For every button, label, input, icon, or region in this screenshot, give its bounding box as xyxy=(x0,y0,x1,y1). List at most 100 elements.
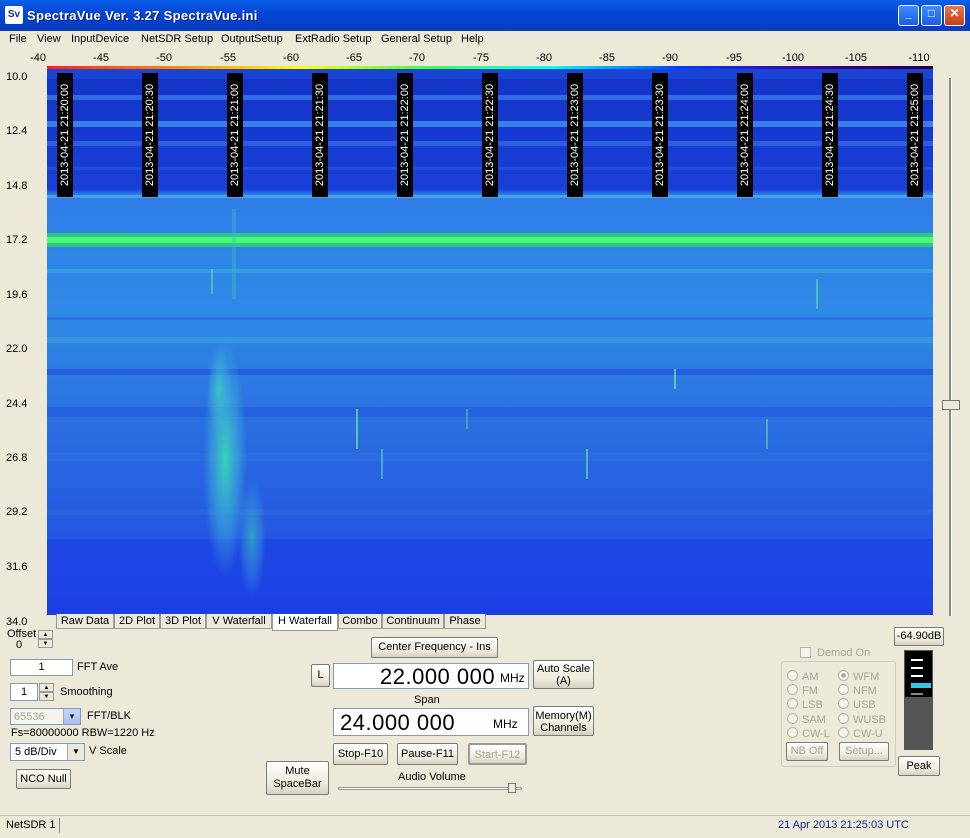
mode-lsb[interactable]: LSB xyxy=(787,698,823,711)
demod-checkbox[interactable] xyxy=(800,647,811,658)
signal-level-meter xyxy=(904,650,933,750)
title-bar[interactable]: Sv SpectraVue Ver. 3.27 SpectraVue.ini _… xyxy=(0,0,970,31)
center-frequency-display[interactable]: 22.000 000 MHz xyxy=(333,663,529,689)
menu-extradio-setup[interactable]: ExtRadio Setup xyxy=(295,33,371,45)
tab-raw-data[interactable]: Raw Data xyxy=(56,614,114,629)
tab-combo[interactable]: Combo xyxy=(338,614,382,629)
power-tick: -90 xyxy=(662,52,678,64)
menu-view[interactable]: View xyxy=(37,33,61,45)
slider-thumb[interactable] xyxy=(942,400,960,410)
smoothing-label: Smoothing xyxy=(60,686,113,698)
center-frequency-button[interactable]: Center Frequency - Ins xyxy=(371,637,498,658)
power-tick: -75 xyxy=(473,52,489,64)
offset-value: 0 xyxy=(16,639,23,651)
slider-track xyxy=(949,78,952,616)
frequency-tick: 26.8 xyxy=(6,452,28,464)
mode-cw-l[interactable]: CW-L xyxy=(787,727,830,740)
offset-spinner[interactable]: ▲ ▼ xyxy=(38,630,53,648)
power-tick: -70 xyxy=(409,52,425,64)
tab-2d-plot[interactable]: 2D Plot xyxy=(114,614,160,629)
nb-off-button[interactable]: NB Off xyxy=(786,742,828,761)
timestamp-label: 2013-04-21 21:21:00 xyxy=(229,83,241,187)
timestamp-label: 2013-04-21 21:24:00 xyxy=(739,83,751,187)
mode-cw-u[interactable]: CW-U xyxy=(838,727,883,740)
reference-level-slider[interactable] xyxy=(942,78,960,616)
fft-ave-input[interactable]: 1 xyxy=(10,659,73,676)
l-button[interactable]: L xyxy=(311,664,330,687)
menu-outputsetup[interactable]: OutputSetup xyxy=(221,33,283,45)
tab-h-waterfall[interactable]: H Waterfall xyxy=(272,614,338,631)
timestamp-marker: 2013-04-21 21:21:00 xyxy=(227,73,243,197)
maximize-button[interactable]: □ xyxy=(921,5,942,26)
smoothing-spinner[interactable]: ▲ ▼ xyxy=(39,683,54,701)
meter-fill xyxy=(905,697,932,749)
stop-button[interactable]: Stop-F10 xyxy=(333,743,388,765)
pause-button[interactable]: Pause-F11 xyxy=(397,743,458,765)
spin-up-icon[interactable]: ▲ xyxy=(39,683,54,692)
timestamp-marker: 2013-04-21 21:24:30 xyxy=(822,73,838,197)
radio-selected-icon xyxy=(838,670,849,681)
timestamp-label: 2013-04-21 21:24:30 xyxy=(824,83,836,187)
smoothing-input[interactable]: 1 xyxy=(10,683,38,701)
menu-general-setup[interactable]: General Setup xyxy=(381,33,452,45)
setup-button[interactable]: Setup... xyxy=(839,742,889,761)
menu-help[interactable]: Help xyxy=(461,33,484,45)
spin-down-icon[interactable]: ▼ xyxy=(38,639,53,648)
menu-file[interactable]: File xyxy=(9,33,27,45)
audio-volume-slider[interactable] xyxy=(338,787,522,790)
fft-blk-select[interactable]: 65536 ▼ xyxy=(10,708,81,725)
tab-v-waterfall[interactable]: V Waterfall xyxy=(206,614,272,629)
menu-bar: File View InputDevice NetSDR Setup Outpu… xyxy=(0,31,970,49)
center-frequency-unit: MHz xyxy=(500,671,525,685)
mode-fm[interactable]: FM xyxy=(787,684,818,697)
menu-inputdevice[interactable]: InputDevice xyxy=(71,33,129,45)
mode-am[interactable]: AM xyxy=(787,670,819,683)
radio-icon xyxy=(787,684,798,695)
vscale-select[interactable]: 5 dB/Div ▼ xyxy=(10,743,85,761)
close-button[interactable]: ✕ xyxy=(944,5,965,26)
timestamp-label: 2013-04-21 21:20:00 xyxy=(59,83,71,187)
tab-3d-plot[interactable]: 3D Plot xyxy=(160,614,206,629)
span-value: 24.000 000 xyxy=(340,710,456,735)
power-tick: -110 xyxy=(908,52,930,64)
nco-null-button[interactable]: NCO Null xyxy=(16,769,71,789)
status-divider xyxy=(59,818,60,833)
power-tick: -95 xyxy=(726,52,742,64)
spin-down-icon[interactable]: ▼ xyxy=(39,692,54,701)
span-unit: MHz xyxy=(493,717,518,731)
radio-icon xyxy=(838,727,849,738)
center-frequency-value: 22.000 000 xyxy=(380,664,496,689)
demod-on-label: Demod On xyxy=(817,647,871,659)
span-display[interactable]: 24.000 000 MHz xyxy=(333,708,529,736)
mode-usb[interactable]: USB xyxy=(838,698,876,711)
mode-wusb[interactable]: WUSB xyxy=(838,713,886,726)
vscale-label: V Scale xyxy=(89,745,127,757)
memory-channels-button[interactable]: Memory(M) Channels xyxy=(533,706,594,736)
status-datetime: 21 Apr 2013 21:25:03 UTC xyxy=(778,819,909,831)
minimize-button[interactable]: _ xyxy=(898,5,919,26)
timestamp-marker: 2013-04-21 21:22:30 xyxy=(482,73,498,197)
timestamp-marker: 2013-04-21 21:20:00 xyxy=(57,73,73,197)
meter-tick xyxy=(911,667,923,669)
chevron-down-icon[interactable]: ▼ xyxy=(63,709,80,724)
mode-nfm[interactable]: NFM xyxy=(838,684,877,697)
start-button[interactable]: Start-F12 xyxy=(468,743,527,765)
timestamp-label: 2013-04-21 21:22:00 xyxy=(399,83,411,187)
power-axis: -40 -45 -50 -55 -60 -65 -70 -75 -80 -85 … xyxy=(0,49,970,65)
chevron-down-icon[interactable]: ▼ xyxy=(67,744,84,760)
timestamp-marker: 2013-04-21 21:23:30 xyxy=(652,73,668,197)
mode-sam[interactable]: SAM xyxy=(787,713,826,726)
power-tick: -60 xyxy=(283,52,299,64)
window-title: SpectraVue Ver. 3.27 SpectraVue.ini xyxy=(27,8,258,23)
volume-slider-thumb[interactable] xyxy=(508,783,516,793)
tab-continuum[interactable]: Continuum xyxy=(382,614,444,629)
mode-wfm[interactable]: WFM xyxy=(838,670,879,683)
timestamp-marker: 2013-04-21 21:21:30 xyxy=(312,73,328,197)
menu-netsdr-setup[interactable]: NetSDR Setup xyxy=(141,33,213,45)
mute-button[interactable]: Mute SpaceBar xyxy=(266,761,329,795)
waterfall-display[interactable]: 2013-04-21 21:20:00 2013-04-21 21:20:30 … xyxy=(47,69,933,615)
peak-button[interactable]: Peak xyxy=(898,756,940,776)
auto-scale-button[interactable]: Auto Scale (A) xyxy=(533,660,594,689)
tab-phase[interactable]: Phase xyxy=(444,614,486,629)
spin-up-icon[interactable]: ▲ xyxy=(38,630,53,639)
